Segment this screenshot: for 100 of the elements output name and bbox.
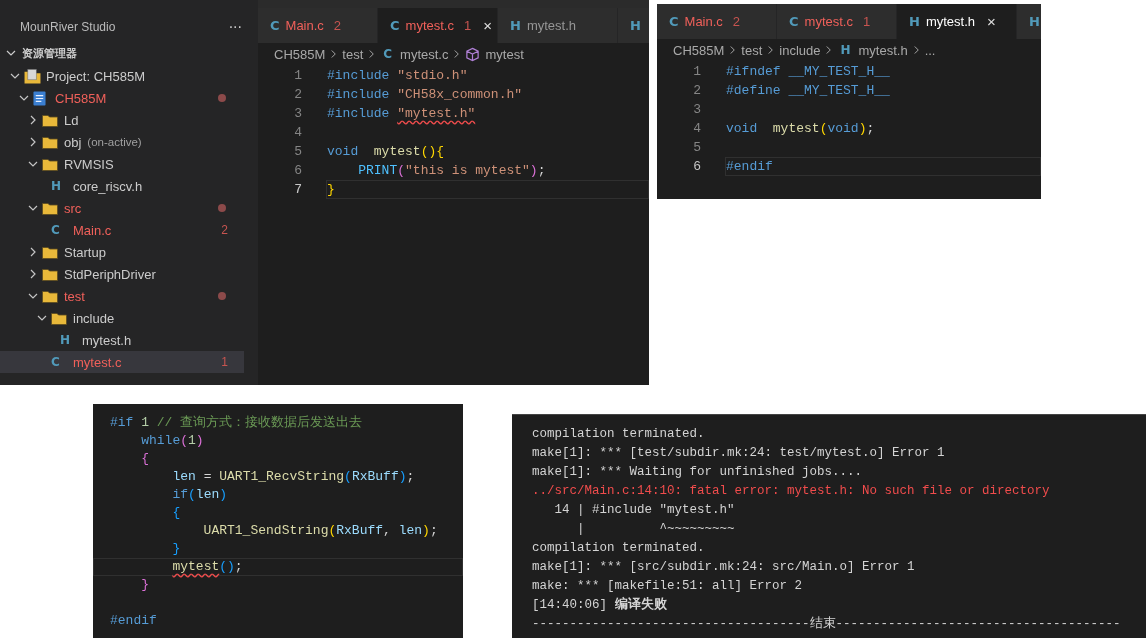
terminal-line: 14 | #include "mytest.h" (553, 502, 736, 519)
line-number: 3 (692, 102, 701, 117)
breadcrumb-item[interactable]: test (342, 46, 364, 62)
tree-item[interactable]: Project: CH585M (0, 65, 244, 87)
code-line: #ifndef __MY_TEST_H__ (725, 63, 891, 81)
editor-tab[interactable]: H (618, 8, 649, 43)
terminal-line: make[1]: *** [src/subdir.mk:24: src/Main.o] Error 1 (532, 559, 916, 576)
folder-icon (42, 157, 58, 171)
chevron-right-icon (825, 45, 833, 55)
line-number: 7 (293, 182, 302, 197)
tree-item[interactable]: CH585M (0, 87, 244, 109)
breadcrumb-item[interactable]: mytest.h (858, 42, 908, 58)
problem-count: 1 (221, 355, 228, 369)
code-line: void mytest(){ (326, 143, 446, 161)
code-line: } (171, 540, 182, 558)
breadcrumb-item[interactable]: include (779, 42, 821, 58)
code-line: PRINT("this is mytest"); (357, 162, 547, 180)
file-type-icon: C (51, 223, 60, 237)
terminal-line: | ^~~~~~~~~~ (576, 521, 736, 538)
editor-tab[interactable]: H (1017, 4, 1041, 39)
tree-item-label: mytest.c (73, 354, 122, 370)
breadcrumb-item[interactable]: mytest (485, 46, 524, 62)
line-number: 5 (293, 144, 302, 159)
code-line: if(len) (171, 486, 229, 504)
code-line: { (171, 504, 182, 522)
code-line: } (140, 576, 150, 594)
tree-item-label: core_riscv.h (73, 178, 143, 194)
tree-item-label: mytest.h (82, 332, 132, 348)
folder-icon (42, 289, 58, 303)
tree-item-note: (on-active) (87, 136, 142, 148)
section-title[interactable]: 资源管理器 (22, 45, 77, 61)
tree-item-label: obj (64, 134, 82, 150)
terminal-line: -------------------------------------结束-------------------------------------- (532, 615, 1122, 633)
editor-tab[interactable]: H mytest.h (498, 8, 618, 43)
chevron-right-icon (368, 49, 376, 59)
line-number: 1 (293, 68, 302, 83)
code-line: { (140, 450, 150, 468)
line-number: 5 (692, 140, 701, 155)
editor-tab[interactable]: C Main.c 2 (258, 8, 378, 43)
chevron-right-icon (767, 45, 775, 55)
chevron-right-icon (453, 49, 461, 59)
tree-item[interactable]: H mytest.h (0, 329, 244, 351)
tree-item-label: Ld (64, 112, 79, 128)
editor-tab[interactable]: H mytest.h × (897, 4, 1017, 39)
tree-item[interactable]: Ld (0, 109, 244, 131)
tree-item-label: src (64, 200, 82, 216)
code-line: UART1_SendString(RxBuff, len); (202, 522, 439, 540)
tree-item[interactable]: include (0, 307, 244, 329)
tree-item[interactable]: C Main.c 2 (0, 219, 244, 241)
tree-item[interactable]: obj (on-active) (0, 131, 244, 153)
tree-item[interactable]: Startup (0, 241, 244, 263)
folder-icon (42, 201, 58, 215)
tree-item[interactable]: src (0, 197, 244, 219)
breadcrumb-item[interactable]: test (741, 42, 763, 58)
folder-icon (42, 267, 58, 281)
editor-tab[interactable]: C mytest.c 1 × (378, 8, 498, 43)
tree-item-label: test (64, 288, 85, 304)
line-number: 1 (692, 64, 701, 79)
file-type-icon: H (51, 179, 62, 193)
file-type-icon: C (383, 47, 393, 61)
code-line: #if 1 // 查询方式：接收数据后发送出去 (109, 414, 364, 432)
more-actions-button[interactable]: ··· (226, 19, 244, 35)
file-type-icon: H (840, 43, 851, 57)
terminal-line: compilation terminated. (532, 540, 706, 557)
file-type-icon: H (60, 333, 71, 347)
breadcrumb-item[interactable]: ... (924, 42, 936, 58)
document-icon (33, 90, 46, 106)
code-line: while(1) (140, 432, 205, 450)
folder-icon (51, 311, 67, 325)
code-line: #include "stdio.h" (326, 67, 469, 85)
tree-item[interactable]: RVMSIS (0, 153, 244, 175)
folder-icon (42, 135, 58, 149)
code-line: #endif (109, 612, 158, 630)
tree-item[interactable]: H core_riscv.h (0, 175, 244, 197)
code-line: void mytest(void); (725, 120, 876, 138)
tree-item[interactable]: C mytest.c 1 (0, 351, 244, 373)
tree-item[interactable]: StdPeriphDriver (0, 263, 244, 285)
tree-item[interactable]: test (0, 285, 244, 307)
project-icon (24, 68, 41, 84)
terminal-line: ../src/Main.c:14:10: fatal error: mytest.h: No such file or directory (532, 483, 1051, 500)
tree-item-label: include (73, 310, 115, 326)
breadcrumb-item[interactable]: CH585M (274, 46, 326, 62)
tree-item-label: RVMSIS (64, 156, 114, 172)
tree-item-label: Startup (64, 244, 106, 260)
cube-icon (465, 46, 481, 62)
breadcrumb-item[interactable]: mytest.c (400, 46, 449, 62)
line-number: 2 (293, 87, 302, 102)
file-type-icon: C (51, 355, 60, 369)
chevron-right-icon (330, 49, 338, 59)
app-title: MounRiver Studio (20, 20, 117, 34)
line-number: 3 (293, 106, 302, 121)
problem-count: 2 (221, 223, 228, 237)
folder-icon (42, 245, 58, 259)
breadcrumb-item[interactable]: CH585M (673, 42, 725, 58)
code-line: #define __MY_TEST_H__ (725, 82, 891, 100)
editor-tab[interactable]: C mytest.c 1 (777, 4, 897, 39)
terminal-line: compilation terminated. (532, 426, 706, 443)
line-number: 4 (692, 121, 701, 136)
chevron-down-icon (6, 48, 16, 58)
editor-tab[interactable]: C Main.c 2 (657, 4, 777, 39)
